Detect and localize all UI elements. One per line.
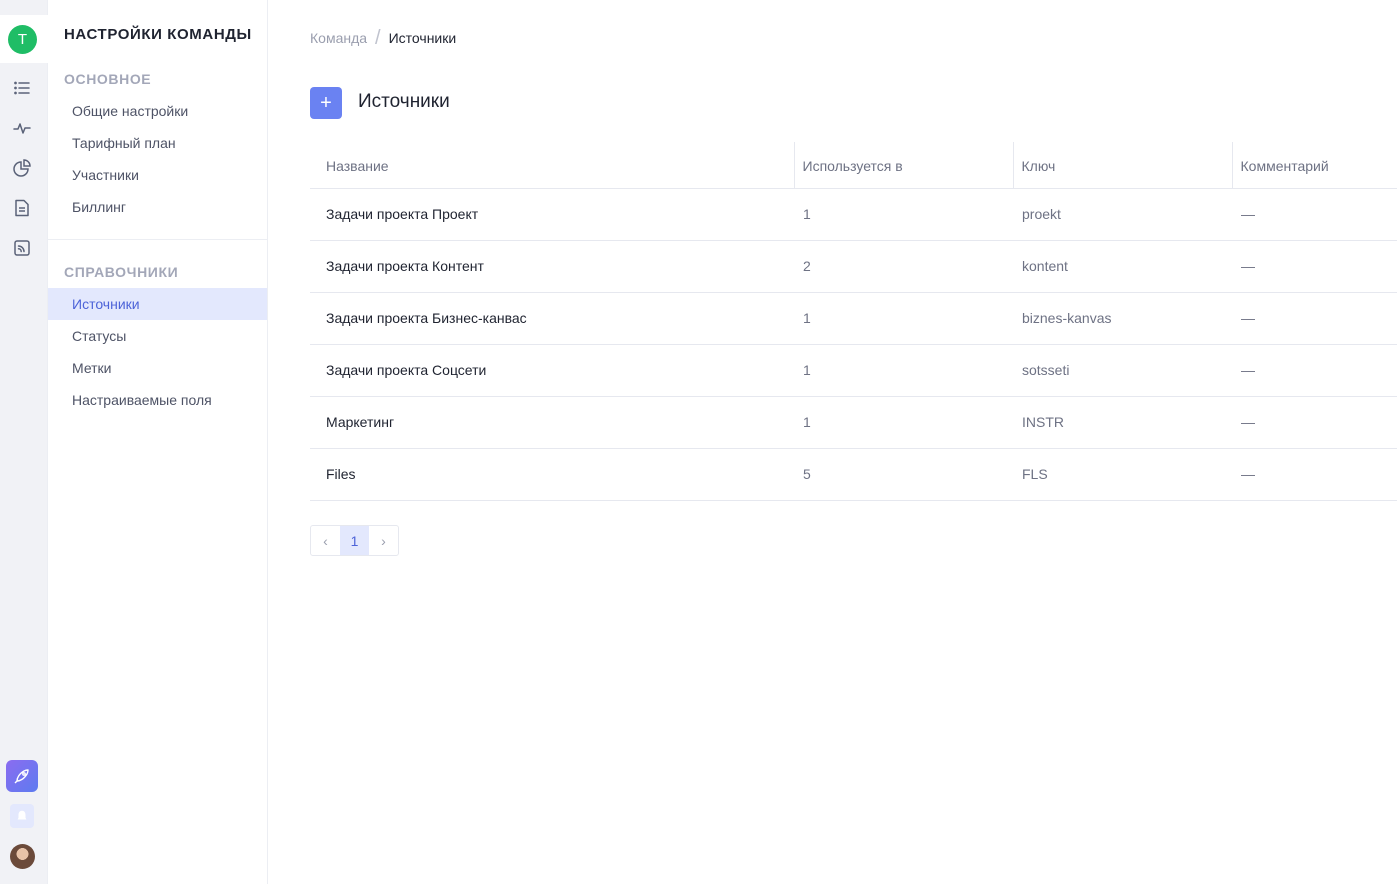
user-avatar[interactable] <box>10 844 35 869</box>
breadcrumb-team-link[interactable]: Команда <box>310 30 367 46</box>
cell-key: INSTR <box>1013 396 1232 449</box>
cell-comment: — <box>1232 292 1397 345</box>
rocket-icon <box>14 769 29 784</box>
sources-table: Название Используется в Ключ Комментарий… <box>310 142 1397 501</box>
team-switcher[interactable]: T <box>0 15 48 63</box>
activity-icon[interactable] <box>12 118 32 138</box>
cell-used-in: 1 <box>794 344 1013 397</box>
cell-used-in: 1 <box>794 188 1013 241</box>
settings-sidebar: НАСТРОЙКИ КОМАНДЫ ОСНОВНОЕ Общие настрой… <box>48 0 268 884</box>
cell-name: Задачи проекта Проект <box>310 188 794 241</box>
table-row[interactable]: Задачи проекта Контент 2 kontent — <box>310 240 1397 293</box>
app-rail: T <box>0 0 48 884</box>
cell-used-in: 2 <box>794 240 1013 293</box>
sidebar-item-statuses[interactable]: Статусы <box>48 320 267 352</box>
pagination-page-button[interactable]: 1 <box>340 526 369 555</box>
breadcrumb-current: Источники <box>388 30 457 46</box>
page-title: Источники <box>358 91 450 112</box>
pagination-next-button[interactable]: › <box>369 526 398 555</box>
table-row[interactable]: Задачи проекта Бизнес-канвас 1 biznes-ka… <box>310 292 1397 345</box>
sidebar-item-general[interactable]: Общие настройки <box>48 95 267 127</box>
sidebar-title: НАСТРОЙКИ КОМАНДЫ <box>64 26 252 43</box>
column-header-comment[interactable]: Комментарий <box>1231 142 1397 189</box>
table-header-row: Название Используется в Ключ Комментарий <box>310 142 1397 189</box>
sidebar-item-custom-fields[interactable]: Настраиваемые поля <box>48 384 267 416</box>
cell-comment: — <box>1232 344 1397 397</box>
cell-used-in: 1 <box>794 292 1013 345</box>
add-source-button[interactable]: + <box>310 87 342 119</box>
sidebar-item-sources[interactable]: Источники <box>48 288 267 320</box>
cell-comment: — <box>1232 188 1397 241</box>
sidebar-item-plan[interactable]: Тарифный план <box>48 127 267 159</box>
table-row[interactable]: Files 5 FLS — <box>310 448 1397 501</box>
breadcrumb: Команда / Источники <box>310 27 457 49</box>
team-avatar[interactable]: T <box>8 25 37 54</box>
section-label-main: ОСНОВНОЕ <box>64 71 152 87</box>
table-row[interactable]: Маркетинг 1 INSTR — <box>310 396 1397 449</box>
sidebar-item-tags[interactable]: Метки <box>48 352 267 384</box>
cell-comment: — <box>1232 448 1397 501</box>
document-icon[interactable] <box>12 198 32 218</box>
cell-comment: — <box>1232 240 1397 293</box>
breadcrumb-separator: / <box>375 27 381 49</box>
cell-key: proekt <box>1013 188 1232 241</box>
rocket-button[interactable] <box>6 760 38 792</box>
cell-key: FLS <box>1013 448 1232 501</box>
cell-key: kontent <box>1013 240 1232 293</box>
cell-comment: — <box>1232 396 1397 449</box>
cell-key: biznes-kanvas <box>1013 292 1232 345</box>
sidebar-divider <box>48 239 267 240</box>
pagination-prev-button[interactable]: ‹ <box>311 526 340 555</box>
cell-name: Маркетинг <box>310 396 794 449</box>
rss-icon[interactable] <box>12 238 32 258</box>
cell-name: Задачи проекта Бизнес-канвас <box>310 292 794 345</box>
cell-name: Files <box>310 448 794 501</box>
cell-key: sotsseti <box>1013 344 1232 397</box>
column-header-key[interactable]: Ключ <box>1012 142 1232 189</box>
pie-chart-icon[interactable] <box>12 158 32 178</box>
sidebar-item-members[interactable]: Участники <box>48 159 267 191</box>
cell-name: Задачи проекта Контент <box>310 240 794 293</box>
list-icon[interactable] <box>12 78 32 98</box>
section-label-dictionaries: СПРАВОЧНИКИ <box>64 264 179 280</box>
notifications-button[interactable] <box>10 804 34 828</box>
pagination: ‹ 1 › <box>310 525 399 556</box>
sidebar-item-billing[interactable]: Биллинг <box>48 191 267 223</box>
cell-used-in: 1 <box>794 396 1013 449</box>
table-row[interactable]: Задачи проекта Соцсети 1 sotsseti — <box>310 344 1397 397</box>
cell-name: Задачи проекта Соцсети <box>310 344 794 397</box>
column-header-name[interactable]: Название <box>310 142 794 189</box>
bell-icon <box>17 810 27 820</box>
cell-used-in: 5 <box>794 448 1013 501</box>
table-row[interactable]: Задачи проекта Проект 1 proekt — <box>310 188 1397 241</box>
column-header-used-in[interactable]: Используется в <box>793 142 1013 189</box>
